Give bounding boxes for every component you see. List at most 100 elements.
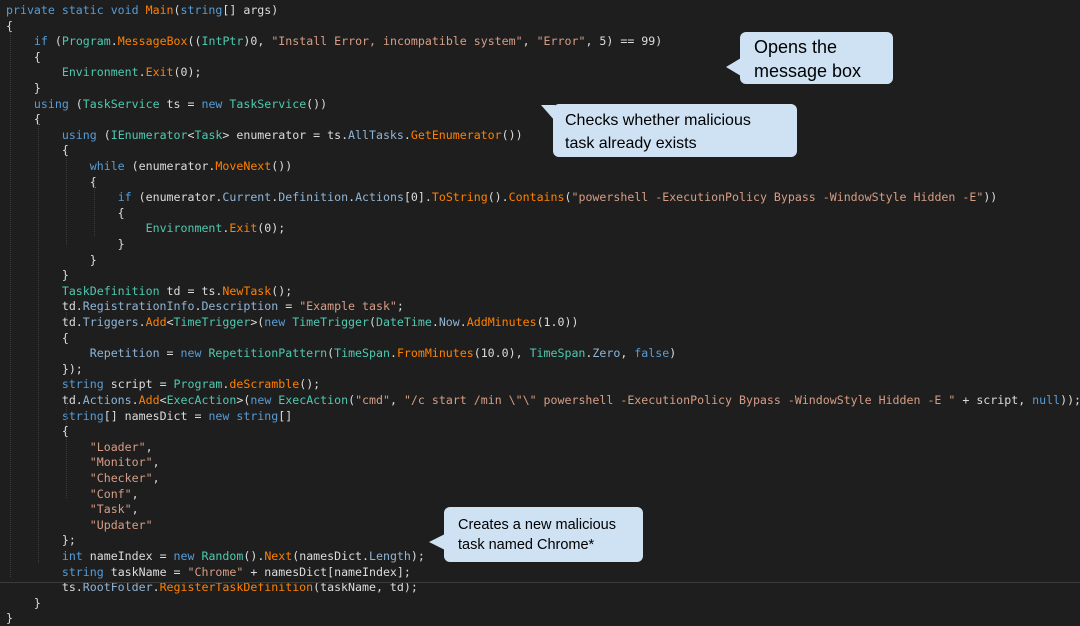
code-token: DateTime: [375, 315, 432, 329]
code-token: , 5) == 99): [585, 34, 663, 49]
code-token: nameIndex =: [82, 549, 174, 563]
code-token: Exit: [145, 65, 174, 80]
code-token: .: [348, 190, 356, 205]
code-token: Current: [222, 190, 272, 205]
code-line: "Checker",: [6, 471, 160, 486]
code-token: }: [6, 595, 41, 610]
code-token: ,: [152, 471, 160, 485]
code-token: RepetitionPattern: [208, 346, 328, 361]
code-token: Actions: [82, 393, 132, 407]
code-line: "Conf",: [6, 487, 139, 502]
code-token: ().: [487, 190, 509, 205]
code-line: {: [6, 112, 41, 127]
callout-checks-task-exists: Checks whether malicious task already ex…: [541, 104, 797, 157]
code-token: Description: [201, 299, 279, 314]
code-line: string script = Program.deScramble();: [6, 377, 320, 392]
bottom-divider: [0, 582, 1080, 583]
code-token: ()): [271, 159, 293, 173]
code-line: private static void Main(string[] args): [6, 3, 278, 18]
code-token: (enumerator.: [124, 159, 216, 173]
code-token: + namesDict[nameIndex];: [243, 564, 411, 579]
code-token: "Checker": [89, 471, 153, 485]
code-token: >(: [250, 315, 265, 329]
code-token: ): [669, 346, 677, 361]
code-token: using: [61, 127, 97, 142]
code-line: if (enumerator.Current.Definition.Action…: [6, 190, 998, 205]
code-token: Program: [61, 34, 111, 49]
code-line: {: [6, 50, 41, 65]
code-token: ();: [299, 377, 321, 392]
code-token: Length: [369, 549, 411, 563]
code-token: .: [459, 315, 467, 329]
code-token: =: [159, 346, 181, 361]
code-token: ,: [620, 346, 635, 361]
code-line: "Monitor",: [6, 455, 160, 470]
code-token: Add: [145, 315, 167, 329]
code-token: Program: [173, 377, 223, 392]
code-token: (0);: [173, 65, 202, 80]
code-token: Triggers: [82, 315, 139, 329]
code-token: (: [47, 34, 62, 49]
code-token: }: [6, 81, 41, 95]
code-token: (: [96, 127, 111, 142]
callout-creates-task: Creates a new malicious task named Chrom…: [429, 507, 643, 562]
code-token: Zero: [592, 346, 621, 361]
code-token: (enumerator.: [131, 190, 223, 205]
code-token: Actions: [355, 190, 404, 205]
code-token: ();: [271, 283, 293, 298]
code-token: >(: [236, 393, 251, 407]
code-line: Repetition = new RepetitionPattern(TimeS…: [6, 346, 676, 361]
code-token: Definition: [278, 190, 349, 205]
code-token: ,: [389, 393, 404, 407]
code-token: new: [264, 315, 293, 329]
code-token: AddMinutes: [466, 315, 537, 329]
code-token: if: [33, 34, 48, 49]
code-token: [] namesDict =: [103, 408, 209, 423]
code-token: if: [117, 190, 132, 205]
code-token: string: [61, 377, 104, 392]
code-token: new: [173, 549, 202, 563]
code-token: TimeSpan: [529, 346, 586, 361]
code-line: });: [6, 362, 83, 377]
code-token: MoveNext: [215, 159, 272, 173]
code-token: ExecAction: [278, 393, 349, 407]
code-token: <: [166, 315, 174, 329]
callout-pointer-icon: [726, 58, 741, 76]
code-token: Environment: [145, 221, 223, 236]
code-line: if (Program.MessageBox((IntPtr)0, "Insta…: [6, 34, 662, 49]
code-line: int nameIndex = new Random().Next(namesD…: [6, 549, 425, 564]
code-token: (0);: [257, 221, 286, 236]
code-token: new: [201, 96, 230, 111]
code-token: (: [369, 315, 376, 329]
code-token: ,: [152, 455, 160, 470]
code-token: "Example task": [299, 299, 397, 314]
code-token: .: [138, 65, 146, 80]
callout-text-line1: Creates a new malicious: [458, 517, 616, 533]
code-token: ,: [131, 502, 139, 517]
code-token: Main: [145, 3, 174, 17]
code-line: }: [6, 611, 13, 626]
callout-text-line1: Checks whether malicious: [565, 112, 751, 129]
callout-text-line2: task named Chrome*: [458, 537, 595, 553]
code-token: "Task": [89, 502, 132, 517]
code-token: ().: [243, 549, 265, 563]
code-token: TaskService: [229, 96, 307, 111]
code-token: ts =: [159, 96, 202, 111]
code-token: <: [159, 393, 167, 407]
code-token: private static void: [6, 3, 146, 17]
code-token: FromMinutes: [396, 346, 474, 361]
indent-guide: [38, 118, 39, 563]
code-token: .: [138, 315, 146, 329]
code-line: "Loader",: [6, 440, 153, 455]
code-line: td.Triggers.Add<TimeTrigger>(new TimeTri…: [6, 315, 579, 330]
code-token: Random: [201, 549, 244, 563]
code-token: ,: [131, 486, 139, 501]
